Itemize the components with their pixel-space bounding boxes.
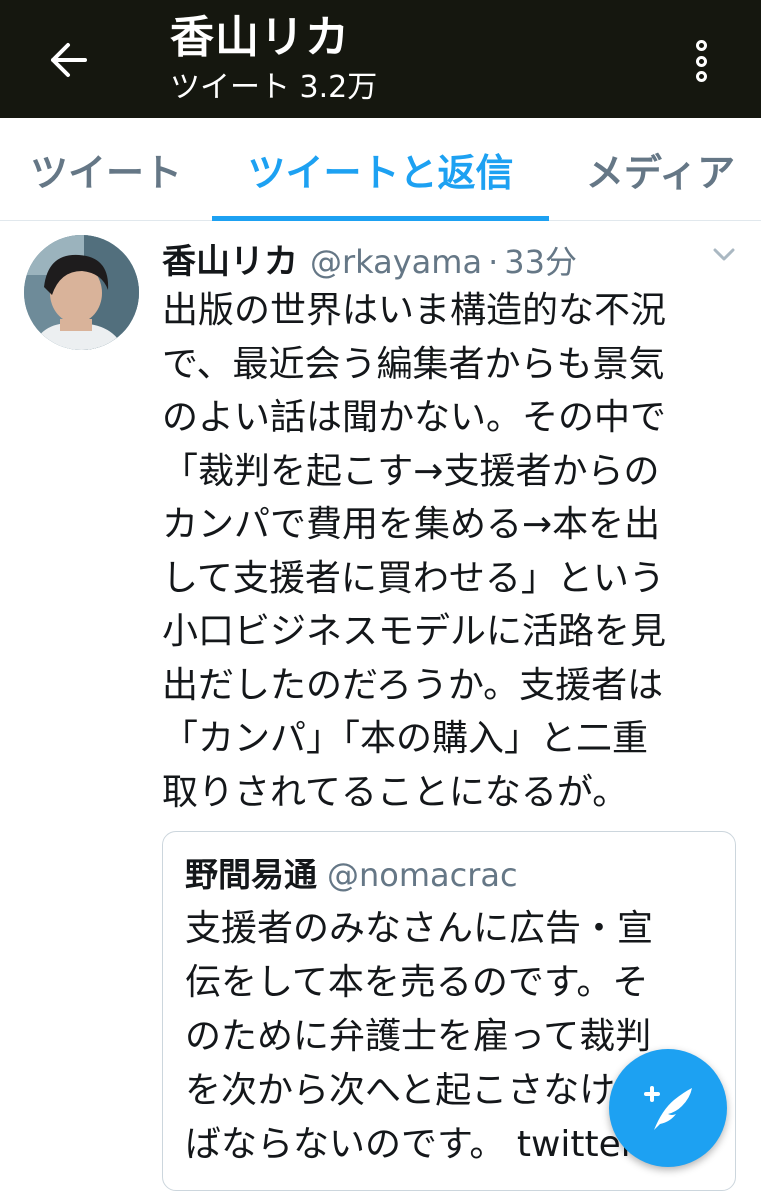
author-handle[interactable]: @rkayama	[310, 243, 482, 281]
profile-tabs: ツイート ツイートと返信 メディア	[0, 118, 761, 221]
tweet-text-line: 取りされてることになるが。	[162, 771, 629, 813]
tab-tweets-and-replies[interactable]: ツイートと返信	[212, 118, 549, 221]
avatar[interactable]	[24, 235, 139, 350]
tweet-text-line: 「カンパ」「本の購入」と二重	[162, 718, 649, 759]
tab-media[interactable]: メディア	[560, 118, 761, 221]
chevron-down-icon	[713, 248, 735, 261]
tweet-text-line: 出だしたのだろうか。支援者は	[162, 664, 664, 706]
tweet-timestamp[interactable]: 33分	[504, 237, 577, 283]
avatar-image	[24, 235, 139, 350]
tweet-text-line: カンパで費用を集める→本を出	[162, 504, 661, 545]
separator-dot: ·	[488, 243, 499, 281]
header-title-group: 香山リカ ツイート 3.2万	[170, 10, 377, 108]
tweet-text-line: 小口ビジネスモデルに活路を見	[162, 611, 667, 652]
back-button[interactable]	[38, 30, 98, 90]
quoted-text-line: 支援者のみなさんに広告・宣	[185, 908, 654, 949]
more-options-button[interactable]	[681, 36, 721, 86]
tweet-header: 香山リカ @rkayama · 33分	[162, 234, 577, 283]
tweet-text-line: 出版の世界はいま構造的な不況	[162, 290, 667, 331]
tweet-text: 出版の世界はいま構造的な不況 で、最近会う編集者からも景気 のよい話は聞かない。…	[162, 284, 742, 819]
tweet-text-line: して支援者に買わせる」という	[162, 557, 665, 599]
compose-tweet-icon	[644, 1086, 692, 1130]
profile-title: 香山リカ	[170, 12, 350, 63]
back-arrow-icon	[51, 43, 87, 77]
tab-tweets[interactable]: ツイート	[0, 118, 212, 221]
tweet-text-line: のよい話は聞かない。その中で	[162, 397, 667, 438]
quoted-author-name: 野間易通	[185, 855, 317, 894]
app-header: 香山リカ ツイート 3.2万	[0, 0, 761, 118]
tweet-count: ツイート 3.2万	[170, 70, 378, 105]
tweet-text-line: で、最近会う編集者からも景気	[162, 343, 665, 385]
author-name[interactable]: 香山リカ	[162, 234, 298, 283]
quoted-text-line: 伝をして本を売るのです。そ	[185, 962, 649, 1003]
quoted-tweet-header: 野間易通 @nomacrac	[185, 848, 518, 896]
compose-tweet-button[interactable]	[609, 1049, 727, 1167]
quoted-author-handle: @nomacrac	[327, 856, 518, 894]
more-vertical-icon	[695, 40, 707, 51]
tweet-text-line: 「裁判を起こす→支援者からの	[162, 450, 660, 492]
tweet-menu-button[interactable]	[711, 242, 737, 268]
